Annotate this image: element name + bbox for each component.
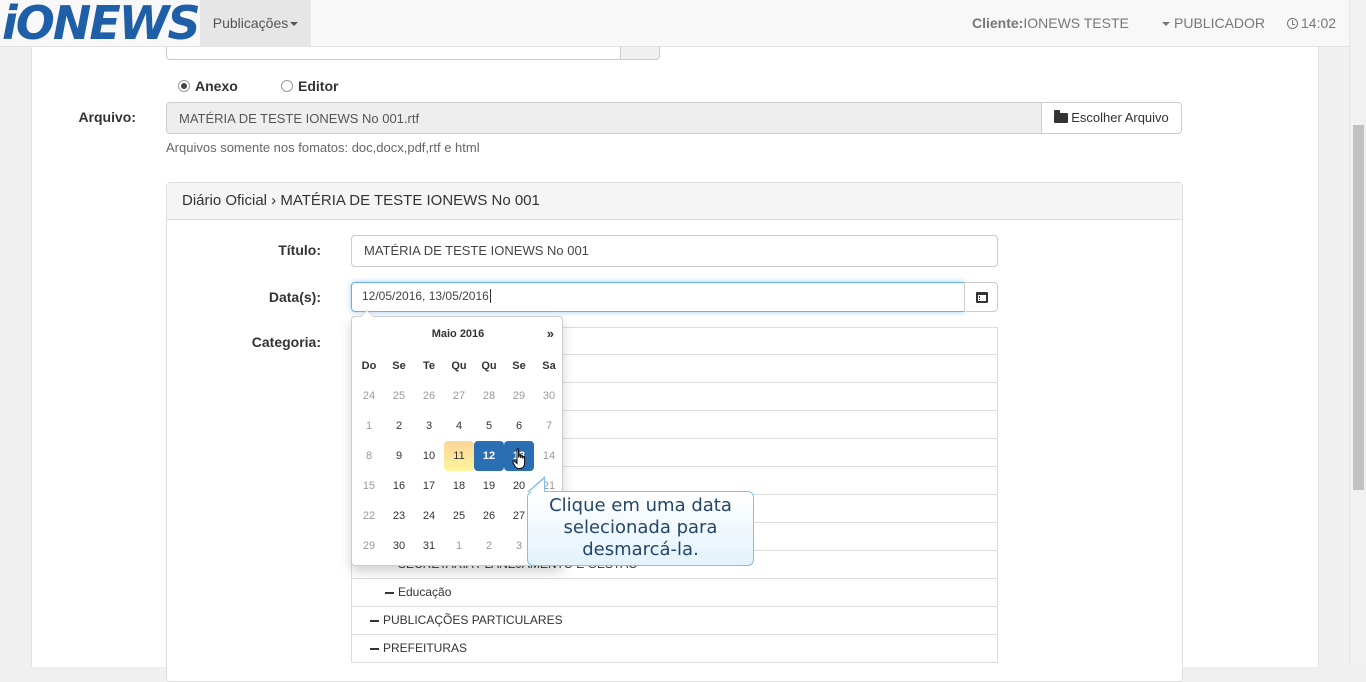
user-menu-label: PUBLICADOR <box>1174 15 1266 31</box>
day-cell[interactable]: 6 <box>504 411 534 441</box>
datas-value: 12/05/2016, 13/05/2016 <box>362 289 489 303</box>
day-cell[interactable]: 31 <box>414 531 444 561</box>
calendar-icon <box>976 292 988 303</box>
day-cell[interactable]: 30 <box>384 531 414 561</box>
collapse-dash-icon[interactable] <box>370 647 379 650</box>
radio-editor-circle[interactable] <box>281 80 293 92</box>
categoria-label: Categoria: <box>251 334 321 350</box>
folder-open-icon <box>1054 110 1069 123</box>
day-cell[interactable]: 26 <box>414 381 444 411</box>
day-cell[interactable]: 22 <box>354 501 384 531</box>
weekday-header: Se <box>392 360 406 372</box>
category-row[interactable]: PREFEITURAS <box>351 635 998 663</box>
client-label: Cliente: <box>972 15 1024 31</box>
menu-publicacoes-label: Publicações <box>212 15 289 31</box>
clock-icon <box>1287 18 1298 29</box>
radio-anexo-circle[interactable] <box>178 80 190 92</box>
breadcrumb: Diário Oficial › MATÉRIA DE TESTE IONEWS… <box>167 183 1182 220</box>
datepicker-month[interactable]: Maio 2016 <box>352 328 564 340</box>
chevron-down-icon <box>290 22 299 27</box>
arquivo-label: Arquivo: <box>78 109 136 125</box>
datepicker-next-button[interactable]: » <box>547 326 554 341</box>
choose-file-button[interactable]: Escolher Arquivo <box>1041 102 1182 134</box>
category-label: PREFEITURAS <box>383 641 468 655</box>
scrollbar-thumb[interactable] <box>1353 125 1364 490</box>
weekday-header: Do <box>361 360 377 372</box>
day-cell[interactable]: 7 <box>534 411 564 441</box>
client-info: Cliente:IONEWS TESTE <box>972 0 1129 47</box>
day-cell[interactable]: 3 <box>414 411 444 441</box>
day-cell[interactable]: 1 <box>444 531 474 561</box>
weekday-header: Qu <box>481 360 497 372</box>
day-cell[interactable]: 1 <box>354 411 384 441</box>
day-cell[interactable]: 11 <box>444 441 474 471</box>
day-cell[interactable]: 15 <box>354 471 384 501</box>
day-cell[interactable]: 30 <box>534 381 564 411</box>
hand-cursor-icon <box>512 448 526 469</box>
day-cell[interactable]: 25 <box>384 381 414 411</box>
choose-file-label: Escolher Arquivo <box>1071 110 1169 125</box>
day-cell[interactable]: 24 <box>354 381 384 411</box>
titulo-field[interactable]: MATÉRIA DE TESTE IONEWS No 001 <box>351 235 998 267</box>
day-cell[interactable]: 29 <box>504 381 534 411</box>
formats-help-text: Arquivos somente nos fomatos: doc,docx,p… <box>166 140 480 155</box>
day-cell[interactable]: 14 <box>534 441 564 471</box>
weekday-header: Te <box>422 360 436 372</box>
radio-anexo-label: Anexo <box>195 78 238 94</box>
day-cell[interactable]: 8 <box>354 441 384 471</box>
weekday-header: Se <box>512 360 526 372</box>
category-row[interactable]: Educação <box>351 579 998 607</box>
vertical-scrollbar[interactable] <box>1349 0 1366 667</box>
datas-label: Data(s): <box>268 289 321 305</box>
clock-time: 14:02 <box>1301 15 1337 31</box>
calendar-button[interactable] <box>964 282 998 312</box>
datepicker-header: Maio 2016 » <box>352 325 564 345</box>
category-row[interactable]: PUBLICAÇÕES PARTICULARES <box>351 607 998 635</box>
day-cell[interactable]: 26 <box>474 501 504 531</box>
tooltip-arrow-inner <box>529 479 544 492</box>
collapse-dash-icon[interactable] <box>385 591 394 594</box>
day-cell[interactable]: 25 <box>444 501 474 531</box>
weekday-header: Sa <box>542 360 556 372</box>
text-caret <box>489 289 491 303</box>
day-cell[interactable]: 10 <box>414 441 444 471</box>
day-cell[interactable]: 23 <box>384 501 414 531</box>
day-cell[interactable]: 29 <box>354 531 384 561</box>
datas-field[interactable]: 12/05/2016, 13/05/2016 <box>351 282 965 312</box>
arquivo-field[interactable]: MATÉRIA DE TESTE IONEWS No 001.rtf <box>166 102 1042 134</box>
day-cell[interactable]: 2 <box>384 411 414 441</box>
chevron-down-icon <box>1162 22 1170 27</box>
radio-anexo[interactable]: Anexo <box>178 78 238 94</box>
day-cell[interactable]: 18 <box>444 471 474 501</box>
tooltip: Clique em uma data selecionada para desm… <box>527 491 754 566</box>
client-value: IONEWS TESTE <box>1023 15 1129 31</box>
clock: 14:02 <box>1287 0 1336 47</box>
user-menu[interactable]: PUBLICADOR <box>1160 0 1265 47</box>
day-cell[interactable]: 16 <box>384 471 414 501</box>
day-cell[interactable]: 12 <box>474 441 504 471</box>
radio-editor[interactable]: Editor <box>281 78 338 94</box>
day-cell[interactable]: 19 <box>474 471 504 501</box>
day-cell[interactable]: 2 <box>474 531 504 561</box>
day-cell[interactable]: 9 <box>384 441 414 471</box>
day-cell[interactable]: 17 <box>414 471 444 501</box>
day-cell[interactable]: 28 <box>474 381 504 411</box>
category-label: Educação <box>398 585 452 599</box>
collapse-dash-icon[interactable] <box>370 619 379 622</box>
day-cell[interactable]: 5 <box>474 411 504 441</box>
tooltip-text: Clique em uma data selecionada para desm… <box>549 495 732 560</box>
category-label: PUBLICAÇÕES PARTICULARES <box>383 613 563 627</box>
radio-editor-label: Editor <box>298 78 339 94</box>
day-cell[interactable]: 4 <box>444 411 474 441</box>
top-navbar: iONEWS Publicações Cliente:IONEWS TESTE … <box>0 0 1349 47</box>
weekday-header: Qu <box>451 360 467 372</box>
ionews-logo[interactable]: iONEWS <box>2 0 201 46</box>
titulo-label: Título: <box>278 242 321 258</box>
day-cell[interactable]: 24 <box>414 501 444 531</box>
menu-publicacoes[interactable]: Publicações <box>200 0 311 47</box>
day-cell[interactable]: 27 <box>444 381 474 411</box>
